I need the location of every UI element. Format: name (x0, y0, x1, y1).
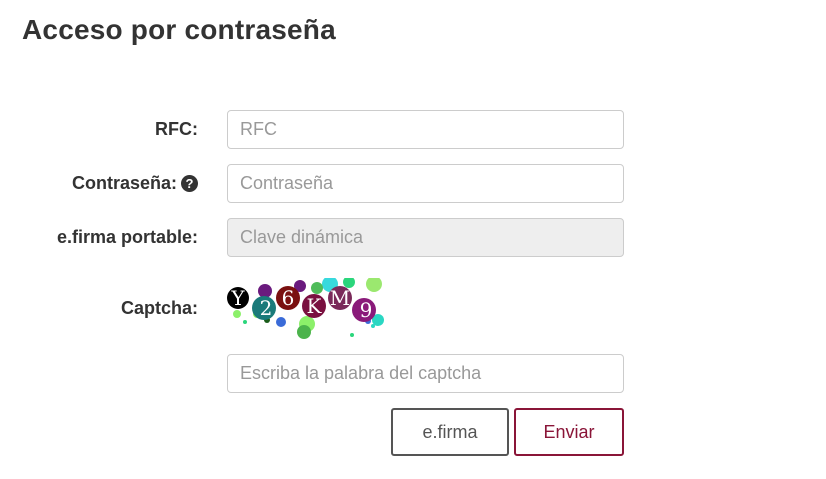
dynamic-key-input (227, 218, 624, 257)
password-label: Contraseña: ? (72, 173, 198, 194)
svg-text:Y: Y (230, 286, 245, 310)
rfc-input[interactable] (227, 110, 624, 149)
password-input[interactable] (227, 164, 624, 203)
svg-text:M: M (330, 286, 350, 310)
submit-button[interactable]: Enviar (514, 408, 624, 456)
rfc-label-text: RFC: (155, 119, 198, 139)
efirma-button[interactable]: e.firma (391, 408, 509, 456)
password-label-text: Contraseña: (71, 173, 177, 193)
rfc-label: RFC: (155, 119, 198, 140)
page-title: Acceso por contraseña (22, 14, 336, 45)
captcha-input[interactable] (227, 354, 624, 393)
svg-text:9: 9 (360, 298, 373, 322)
login-page: Acceso por contraseña RFC: Contraseña: ?… (0, 0, 826, 479)
captcha-label-text: Captcha: (120, 298, 198, 318)
svg-text:6: 6 (282, 286, 295, 310)
captcha-label: Captcha: (121, 298, 198, 319)
svg-text:2: 2 (260, 296, 273, 320)
captcha-image: Y 2 6 K M 9 (227, 276, 392, 340)
efirma-portable-label-text: e.firma portable: (56, 227, 198, 247)
svg-text:K: K (307, 294, 323, 318)
efirma-portable-label: e.firma portable: (57, 227, 198, 248)
question-circle-icon[interactable]: ? (181, 175, 198, 192)
